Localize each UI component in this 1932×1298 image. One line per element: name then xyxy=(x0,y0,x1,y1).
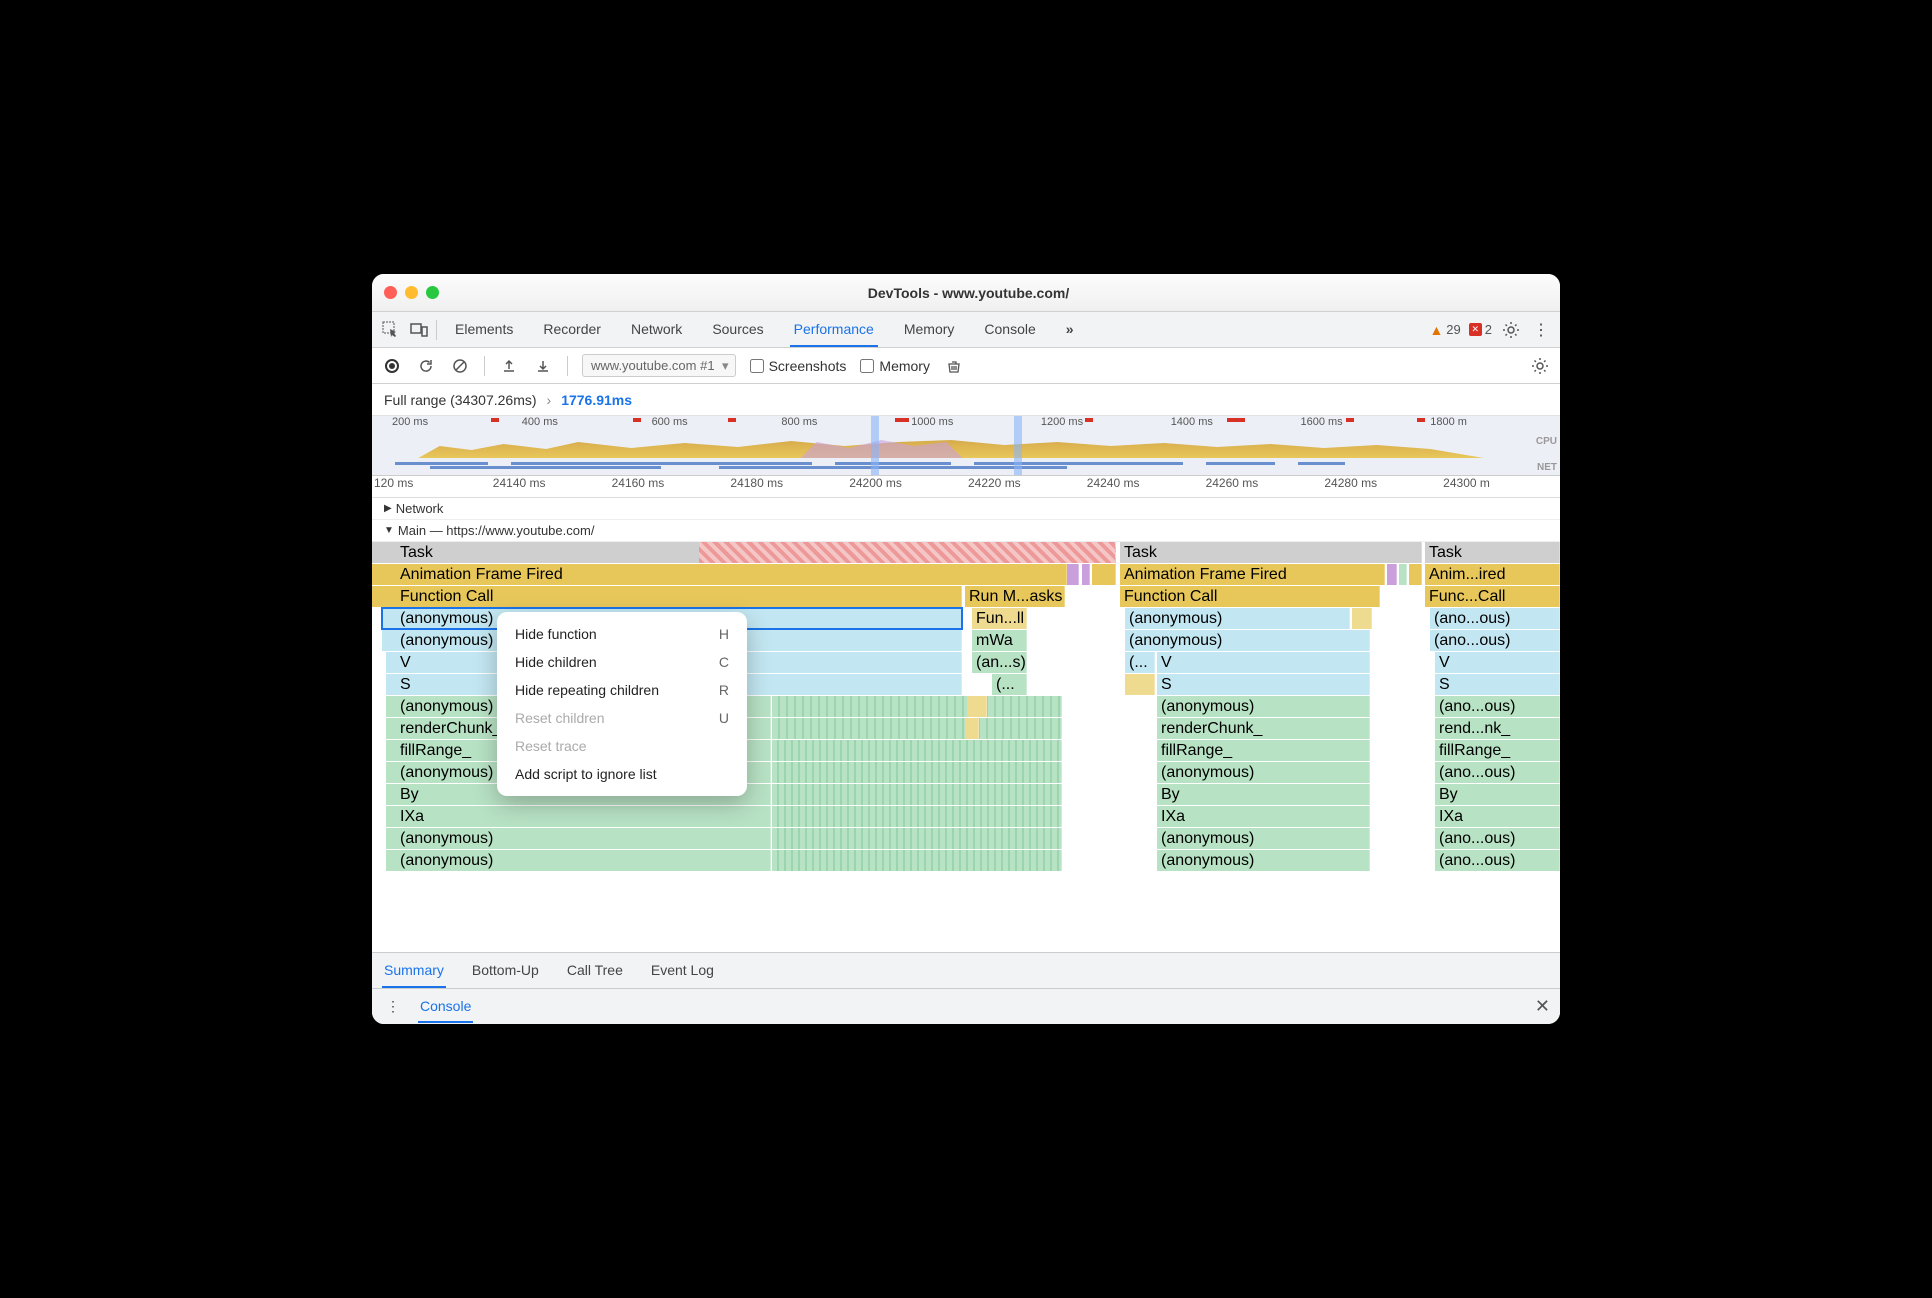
reload-record-button[interactable] xyxy=(416,356,436,376)
errors-badge[interactable]: ✕2 xyxy=(1469,322,1492,337)
overview-handle-left[interactable] xyxy=(871,416,879,475)
tab-console[interactable]: Console xyxy=(980,313,1039,347)
tab-event-log[interactable]: Event Log xyxy=(649,954,716,988)
ctx-ignore-list[interactable]: Add script to ignore list xyxy=(497,760,747,788)
timeline-overview[interactable]: 200 ms400 ms600 ms 800 ms1000 ms1200 ms … xyxy=(372,416,1560,476)
full-range-label[interactable]: Full range (34307.26ms) xyxy=(384,392,537,408)
tab-summary[interactable]: Summary xyxy=(382,954,446,988)
errors-count: 2 xyxy=(1485,322,1492,337)
ctx-reset-children: Reset childrenU xyxy=(497,704,747,732)
clear-button[interactable] xyxy=(450,356,470,376)
network-track-header[interactable]: ▶Network xyxy=(372,498,1560,520)
detail-ruler[interactable]: 120 ms24140 ms24160 ms 24180 ms24200 ms2… xyxy=(372,476,1560,498)
inspect-icon[interactable] xyxy=(380,319,402,341)
kebab-menu-icon[interactable]: ⋮ xyxy=(1530,319,1552,341)
flame-animation-frame[interactable]: Animation Frame Fired xyxy=(372,564,1067,585)
detail-tabs: Summary Bottom-Up Call Tree Event Log xyxy=(372,952,1560,988)
garbage-collect-icon[interactable] xyxy=(944,356,964,376)
range-breadcrumb: Full range (34307.26ms) › 1776.91ms xyxy=(372,384,1560,416)
main-tabbar: Elements Recorder Network Sources Perfor… xyxy=(372,312,1560,348)
console-drawer: ⋮ Console ✕ xyxy=(372,988,1560,1024)
window-title: DevTools - www.youtube.com/ xyxy=(389,285,1548,301)
memory-checkbox[interactable]: Memory xyxy=(860,358,930,374)
screenshots-checkbox[interactable]: Screenshots xyxy=(750,358,847,374)
selected-range-label[interactable]: 1776.91ms xyxy=(561,392,632,408)
flame-chart[interactable]: Task Animation Frame Fired Function Call… xyxy=(372,542,1560,952)
overview-handle-right[interactable] xyxy=(1014,416,1022,475)
drawer-kebab-icon[interactable]: ⋮ xyxy=(382,996,404,1018)
flame-function-call[interactable]: Function Call xyxy=(372,586,962,607)
warnings-count: 29 xyxy=(1446,322,1460,337)
flame-context-menu: Hide functionH Hide childrenC Hide repea… xyxy=(497,612,747,796)
chevron-right-icon: › xyxy=(547,392,552,408)
tab-bottom-up[interactable]: Bottom-Up xyxy=(470,954,541,988)
tab-call-tree[interactable]: Call Tree xyxy=(565,954,625,988)
tab-network[interactable]: Network xyxy=(627,313,686,347)
record-button[interactable] xyxy=(382,356,402,376)
drawer-tab-console[interactable]: Console xyxy=(418,991,473,1023)
tab-performance[interactable]: Performance xyxy=(790,313,878,347)
perf-toolbar: www.youtube.com #1 Screenshots Memory xyxy=(372,348,1560,384)
tab-memory[interactable]: Memory xyxy=(900,313,959,347)
devtools-window: DevTools - www.youtube.com/ Elements Rec… xyxy=(372,274,1560,1024)
ctx-hide-children[interactable]: Hide childrenC xyxy=(497,648,747,676)
warnings-badge[interactable]: ▲29 xyxy=(1429,322,1460,338)
main-track-header[interactable]: ▼Main — https://www.youtube.com/ xyxy=(372,520,1560,542)
tab-recorder[interactable]: Recorder xyxy=(539,313,605,347)
upload-icon[interactable] xyxy=(499,356,519,376)
drawer-close-icon[interactable]: ✕ xyxy=(1535,996,1550,1017)
tab-elements[interactable]: Elements xyxy=(451,313,517,347)
ctx-hide-function[interactable]: Hide functionH xyxy=(497,620,747,648)
ctx-reset-trace: Reset trace xyxy=(497,732,747,760)
more-tabs-icon[interactable]: » xyxy=(1062,313,1078,347)
profile-select[interactable]: www.youtube.com #1 xyxy=(582,354,736,377)
download-icon[interactable] xyxy=(533,356,553,376)
ctx-hide-repeating[interactable]: Hide repeating childrenR xyxy=(497,676,747,704)
capture-settings-gear-icon[interactable] xyxy=(1530,356,1550,376)
settings-gear-icon[interactable] xyxy=(1500,319,1522,341)
device-toggle-icon[interactable] xyxy=(408,319,430,341)
panel-tabs: Elements Recorder Network Sources Perfor… xyxy=(451,313,1078,347)
titlebar: DevTools - www.youtube.com/ xyxy=(372,274,1560,312)
tab-sources[interactable]: Sources xyxy=(708,313,767,347)
